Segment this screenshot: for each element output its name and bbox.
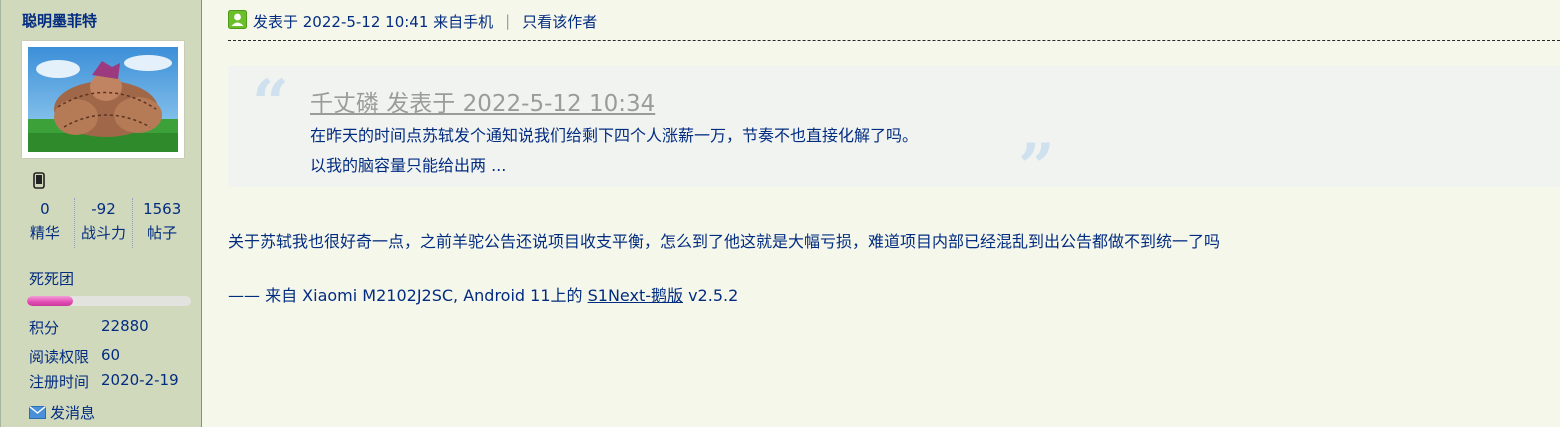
signature-prefix: —— 来自 Xiaomi M2102J2SC, Android 11上的 bbox=[228, 286, 588, 305]
header-divider bbox=[228, 40, 1560, 41]
post-signature: —— 来自 Xiaomi M2102J2SC, Android 11上的 S1N… bbox=[228, 282, 738, 306]
signature-version: v2.5.2 bbox=[683, 286, 739, 305]
stat-label: 精华 bbox=[29, 224, 60, 242]
info-credits: 积分 22880 bbox=[29, 317, 149, 338]
quote-block: “ 千丈磷 发表于 2022-5-12 10:34 在昨天的时间点苏轼发个通知说… bbox=[228, 66, 1560, 200]
send-message-link[interactable]: 发消息 bbox=[29, 402, 95, 423]
stat-value: 0 bbox=[40, 200, 50, 218]
user-group[interactable]: 死死团 bbox=[29, 268, 74, 289]
stat-posts[interactable]: 1563 帖子 bbox=[132, 198, 191, 248]
level-progress-fill bbox=[27, 296, 73, 306]
author-stats: 0 精华 -92 战斗力 1563 帖子 bbox=[16, 198, 191, 248]
stat-combat-power[interactable]: -92 战斗力 bbox=[73, 198, 133, 248]
quote-source-link[interactable]: 千丈磷 发表于 2022-5-12 10:34 bbox=[310, 84, 655, 118]
app-link[interactable]: S1Next-鹅版 bbox=[588, 286, 683, 305]
level-progress-bar bbox=[27, 296, 191, 306]
online-user-icon bbox=[228, 9, 247, 33]
info-key: 注册时间 bbox=[29, 373, 90, 391]
mobile-phone-icon bbox=[33, 172, 45, 193]
stat-value: 1563 bbox=[143, 200, 182, 218]
info-value: 22880 bbox=[101, 317, 149, 335]
stat-digest[interactable]: 0 精华 bbox=[16, 198, 74, 248]
post-header: 发表于 2022-5-12 10:41 来自手机 | 只看该作者 bbox=[228, 9, 597, 33]
forum-post: 聪明墨菲特 0 精华 -92 战斗力 1563 帖子 死死团 积分 22880 … bbox=[0, 0, 1560, 427]
stat-label: 帖子 bbox=[147, 224, 178, 242]
stat-value: -92 bbox=[91, 200, 116, 218]
send-message-label: 发消息 bbox=[50, 404, 96, 422]
author-name-link[interactable]: 聪明墨菲特 bbox=[22, 10, 97, 31]
avatar-image bbox=[28, 47, 178, 152]
post-body: 关于苏轼我也很好奇一点，之前羊驼公告还说项目收支平衡，怎么到了他这就是大幅亏损，… bbox=[228, 232, 1221, 251]
info-read-permission: 阅读权限 60 bbox=[29, 346, 120, 367]
author-sidebar: 聪明墨菲特 0 精华 -92 战斗力 1563 帖子 死死团 积分 22880 … bbox=[0, 0, 202, 427]
close-quote-icon: ” bbox=[1018, 130, 1055, 205]
quote-line: 在昨天的时间点苏轼发个通知说我们给剩下四个人涨薪一万，节奏不也直接化解了吗。 bbox=[310, 126, 919, 145]
info-value: 60 bbox=[101, 346, 121, 364]
separator: | bbox=[505, 12, 511, 30]
only-author-link[interactable]: 只看该作者 bbox=[522, 11, 597, 32]
info-key: 阅读权限 bbox=[29, 348, 90, 366]
info-register-date: 注册时间 2020-2-19 bbox=[29, 371, 179, 392]
envelope-icon bbox=[29, 406, 46, 419]
info-value: 2020-2-19 bbox=[101, 371, 179, 389]
post-time: 发表于 2022-5-12 10:41 来自手机 bbox=[253, 12, 494, 31]
open-quote-icon: “ bbox=[252, 66, 289, 141]
info-key: 积分 bbox=[29, 319, 60, 337]
quote-line: 以我的脑容量只能给出两 ... bbox=[310, 156, 507, 175]
stat-label: 战斗力 bbox=[81, 224, 127, 242]
avatar[interactable] bbox=[22, 41, 184, 158]
